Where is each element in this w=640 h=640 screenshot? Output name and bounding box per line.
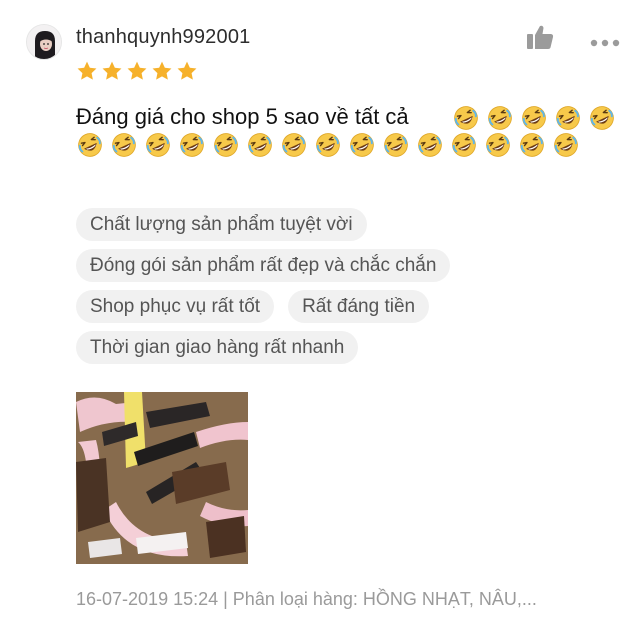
- star-icon: [126, 60, 148, 82]
- review-tag[interactable]: Rất đáng tiền: [288, 290, 430, 323]
- rolling-on-floor-laughing-emoji: [76, 131, 104, 159]
- thumbs-up-icon[interactable]: [526, 24, 554, 50]
- rolling-on-floor-laughing-emoji: [588, 104, 616, 132]
- rating-stars: [76, 60, 198, 84]
- review-meta: 16-07-2019 15:24 | Phân loại hàng: HỒNG …: [76, 589, 537, 609]
- review-tag[interactable]: Đóng gói sản phẩm rất đẹp và chắc chắn: [76, 249, 451, 282]
- rolling-on-floor-laughing-emoji: [110, 131, 138, 159]
- review-text-content: Đáng giá cho shop 5 sao về tất cả: [76, 104, 409, 129]
- review-card: thanhquynh992001 Đáng giá cho shop 5 sao…: [0, 0, 640, 640]
- star-icon: [76, 60, 98, 82]
- review-photo[interactable]: [76, 392, 248, 564]
- avatar-image: [27, 25, 61, 59]
- rolling-on-floor-laughing-emoji: [416, 131, 444, 159]
- rolling-on-floor-laughing-emoji: [552, 131, 580, 159]
- rolling-on-floor-laughing-emoji: [280, 131, 308, 159]
- rolling-on-floor-laughing-emoji: [212, 131, 240, 159]
- rolling-on-floor-laughing-emoji: [554, 104, 582, 132]
- rolling-on-floor-laughing-emoji: [518, 131, 546, 159]
- more-options-icon[interactable]: [590, 34, 620, 47]
- rolling-on-floor-laughing-emoji: [348, 131, 376, 159]
- avatar[interactable]: [26, 24, 62, 60]
- rolling-on-floor-laughing-emoji: [246, 131, 274, 159]
- rolling-on-floor-laughing-emoji: [314, 131, 342, 159]
- rolling-on-floor-laughing-emoji: [520, 104, 548, 132]
- rolling-on-floor-laughing-emoji: [484, 131, 512, 159]
- username[interactable]: thanhquynh992001: [76, 24, 250, 50]
- product-photo-image: [76, 392, 248, 564]
- emoji-row: [452, 104, 616, 132]
- review-tag[interactable]: Thời gian giao hàng rất nhanh: [76, 331, 359, 364]
- star-icon: [101, 60, 123, 82]
- review-tags: Chất lượng sản phẩm tuyệt vời Đóng gói s…: [76, 208, 624, 372]
- review-tag[interactable]: Chất lượng sản phẩm tuyệt vời: [76, 208, 367, 241]
- star-icon: [176, 60, 198, 82]
- rolling-on-floor-laughing-emoji: [144, 131, 172, 159]
- rolling-on-floor-laughing-emoji: [382, 131, 410, 159]
- emoji-row: [76, 131, 580, 159]
- review-tag[interactable]: Shop phục vụ rất tốt: [76, 290, 275, 323]
- rolling-on-floor-laughing-emoji: [486, 104, 514, 132]
- rolling-on-floor-laughing-emoji: [450, 131, 478, 159]
- rolling-on-floor-laughing-emoji: [452, 104, 480, 132]
- star-icon: [151, 60, 173, 82]
- rolling-on-floor-laughing-emoji: [178, 131, 206, 159]
